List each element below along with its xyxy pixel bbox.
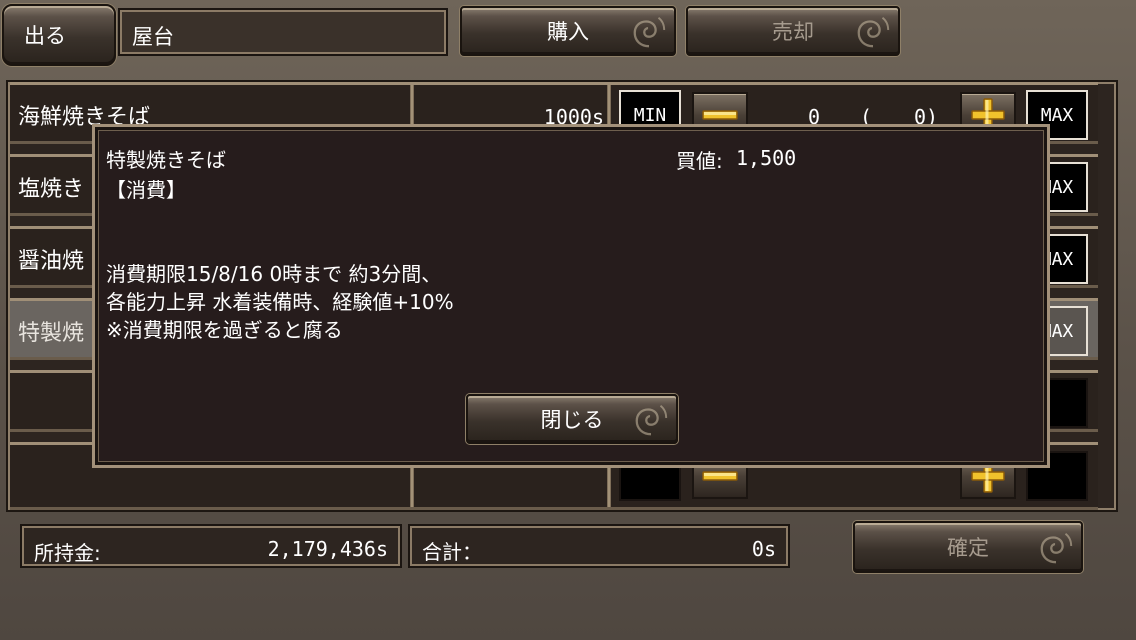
sell-tab-button[interactable]: 売却 [686, 6, 900, 56]
swirl-ornament-icon [1037, 528, 1075, 566]
total-value: 0s [751, 537, 776, 561]
description-line-2: 各能力上昇 水着装備時、経験値+10% [106, 290, 454, 314]
close-button[interactable]: 閉じる [466, 394, 678, 444]
minus-icon [700, 466, 740, 486]
close-label: 閉じる [540, 409, 604, 432]
item-category: 【消費】 [106, 178, 186, 202]
shop-name-box: 屋台 [118, 8, 448, 56]
item-name: 塩焼き [18, 177, 85, 202]
money-label: 所持金: [34, 541, 101, 565]
minus-icon [700, 105, 740, 125]
buy-price-value: 1,500 [736, 146, 797, 170]
exit-button[interactable]: 出る [2, 4, 116, 66]
confirm-label: 確定 [947, 537, 989, 560]
shop-name: 屋台 [132, 25, 174, 49]
money-value: 2,179,436s [267, 537, 388, 561]
item-name: 特製焼 [18, 321, 85, 346]
total-label: 合計： [422, 540, 482, 564]
buy-price-label: 買値: [676, 149, 723, 173]
quantity-value: 0 [808, 105, 821, 129]
buy-tab-label: 購入 [547, 21, 589, 44]
item-detail-dialog: 特製焼きそば 買値: 1,500 【消費】 消費期限15/8/16 0時まで 約… [95, 127, 1047, 465]
dialog-item-name: 特製焼きそば [106, 148, 226, 172]
confirm-button[interactable]: 確定 [853, 521, 1083, 573]
owned-count: 0) [914, 105, 939, 129]
swirl-ornament-icon [630, 12, 668, 50]
total-box: 合計： 0s [408, 524, 790, 568]
min-label: MIN [633, 104, 667, 126]
description-line-3: ※消費期限を過ぎると腐る [106, 318, 343, 342]
sell-tab-label: 売却 [772, 21, 814, 44]
swirl-ornament-icon [632, 400, 670, 438]
description-line-1: 消費期限15/8/16 0時まで 約3分間、 [106, 262, 442, 286]
swirl-ornament-icon [854, 12, 892, 50]
item-name: 醤油焼 [18, 249, 85, 274]
buy-tab-button[interactable]: 購入 [460, 6, 676, 56]
money-box: 所持金: 2,179,436s [20, 524, 402, 568]
exit-label: 出る [24, 25, 66, 48]
item-price: 1000s [543, 105, 604, 129]
max-label: MAX [1040, 104, 1074, 126]
quantity-paren-open: ( [860, 105, 873, 129]
